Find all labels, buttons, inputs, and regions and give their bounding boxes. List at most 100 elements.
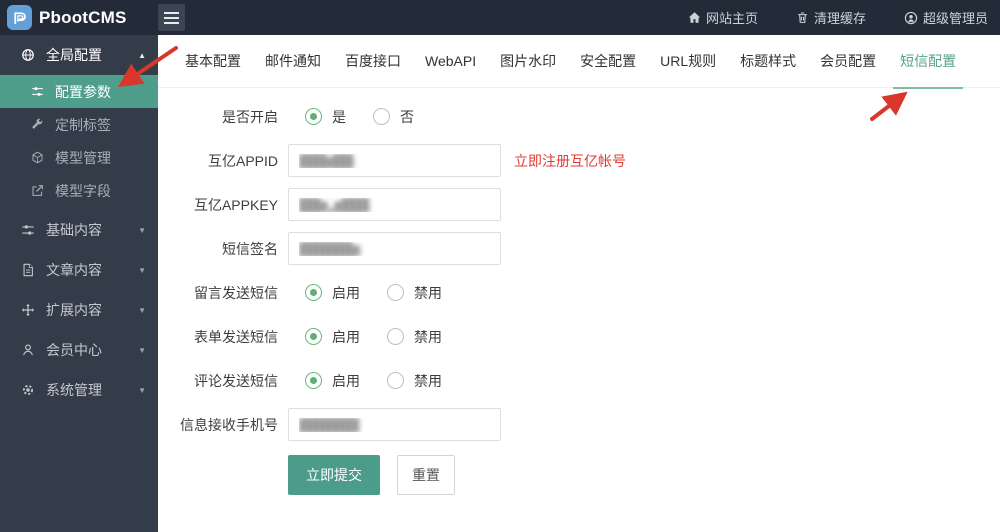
radio-option-yes[interactable]: 是: [305, 107, 346, 127]
site-home-link[interactable]: 网站主页: [688, 8, 758, 27]
sidebar-item-extend-content[interactable]: 扩展内容 ▼: [0, 290, 158, 330]
radio-label: 禁用: [414, 371, 442, 391]
sms-sign-input[interactable]: [288, 232, 501, 265]
sidebar: 全局配置 ▲ 配置参数 定制标签 模型管理 模型字段: [0, 35, 158, 532]
tab-webapi[interactable]: WebAPI: [413, 35, 488, 88]
gear-icon: [20, 383, 35, 397]
brand-name: PbootCMS: [39, 8, 127, 28]
menu-toggle-button[interactable]: [158, 4, 185, 31]
radio-option-disable[interactable]: 禁用: [387, 327, 442, 347]
sms-config-form: 是否开启 是 否 互亿APPID 立即注册互亿帐号 互亿APPKEY 短信: [158, 88, 1000, 495]
actions-row: 立即提交 重置: [158, 455, 1000, 495]
radio-icon: [305, 328, 322, 345]
tab-title-style[interactable]: 标题样式: [728, 35, 808, 88]
tab-basic-config[interactable]: 基本配置: [173, 35, 253, 88]
chevron-down-icon: ▼: [138, 386, 146, 395]
cube-icon: [30, 151, 45, 164]
sidebar-item-article-content[interactable]: 文章内容 ▼: [0, 250, 158, 290]
sidebar-item-member-center[interactable]: 会员中心 ▼: [0, 330, 158, 370]
reset-button[interactable]: 重置: [397, 455, 455, 495]
pbootcms-logo-icon: [7, 5, 32, 30]
admin-account-link[interactable]: 超级管理员: [904, 8, 988, 27]
sidebar-item-system-manage[interactable]: 系统管理 ▼: [0, 370, 158, 410]
sidebar-item-label: 模型管理: [55, 148, 111, 168]
document-icon: [20, 263, 35, 277]
expand-arrows-icon: [20, 303, 35, 317]
comment-sms-row: 评论发送短信 启用 禁用: [158, 364, 1000, 397]
radio-option-enable[interactable]: 启用: [305, 283, 360, 303]
tab-mail-notice[interactable]: 邮件通知: [253, 35, 333, 88]
radio-label: 禁用: [414, 283, 442, 303]
sms-sign-row: 短信签名: [158, 232, 1000, 265]
sliders-icon: [20, 223, 35, 237]
sidebar-item-label: 会员中心: [46, 340, 102, 360]
appkey-row: 互亿APPKEY: [158, 188, 1000, 221]
trash-icon: [796, 11, 809, 24]
sidebar-item-label: 全局配置: [46, 45, 102, 65]
message-sms-row: 留言发送短信 启用 禁用: [158, 276, 1000, 309]
field-label: 表单发送短信: [158, 327, 278, 347]
radio-label: 是: [332, 107, 346, 127]
field-label: 短信签名: [158, 239, 278, 259]
sidebar-item-label: 定制标签: [55, 115, 111, 135]
globe-icon: [20, 48, 35, 62]
tab-sms-config[interactable]: 短信配置: [888, 35, 968, 88]
main-content: 基本配置 邮件通知 百度接口 WebAPI 图片水印 安全配置 URL规则 标题…: [158, 35, 1000, 532]
field-label: 留言发送短信: [158, 283, 278, 303]
radio-icon: [373, 108, 390, 125]
radio-option-disable[interactable]: 禁用: [387, 283, 442, 303]
comment-sms-radio-group: 启用 禁用: [288, 371, 469, 391]
sidebar-item-global-config[interactable]: 全局配置 ▲: [0, 35, 158, 75]
sidebar-item-label: 文章内容: [46, 260, 102, 280]
radio-icon: [387, 328, 404, 345]
topbar: PbootCMS 网站主页 清理缓存 超级管理员: [0, 0, 1000, 35]
sidebar-item-basic-content[interactable]: 基础内容 ▼: [0, 210, 158, 250]
radio-label: 否: [400, 107, 414, 127]
appid-input[interactable]: [288, 144, 501, 177]
enable-switch-row: 是否开启 是 否: [158, 100, 1000, 133]
submit-button[interactable]: 立即提交: [288, 455, 380, 495]
topbar-links: 网站主页 清理缓存 超级管理员: [650, 8, 1000, 27]
radio-option-no[interactable]: 否: [373, 107, 414, 127]
receive-phone-input[interactable]: [288, 408, 501, 441]
brand: PbootCMS: [0, 5, 158, 30]
sidebar-item-label: 系统管理: [46, 380, 102, 400]
global-config-submenu: 配置参数 定制标签 模型管理 模型字段: [0, 75, 158, 210]
radio-icon: [305, 108, 322, 125]
chevron-down-icon: ▼: [138, 266, 146, 275]
radio-icon: [305, 284, 322, 301]
tab-url-rules[interactable]: URL规则: [648, 35, 728, 88]
site-home-label: 网站主页: [706, 8, 758, 27]
radio-option-disable[interactable]: 禁用: [387, 371, 442, 391]
sidebar-item-custom-tags[interactable]: 定制标签: [0, 108, 158, 141]
radio-label: 启用: [332, 371, 360, 391]
sidebar-item-label: 扩展内容: [46, 300, 102, 320]
tab-member-config[interactable]: 会员配置: [808, 35, 888, 88]
radio-icon: [387, 372, 404, 389]
sidebar-item-label: 配置参数: [55, 82, 111, 102]
phone-row: 信息接收手机号: [158, 408, 1000, 441]
radio-label: 禁用: [414, 327, 442, 347]
tab-image-watermark[interactable]: 图片水印: [488, 35, 568, 88]
tab-security-config[interactable]: 安全配置: [568, 35, 648, 88]
radio-option-enable[interactable]: 启用: [305, 371, 360, 391]
field-label: 互亿APPKEY: [158, 195, 278, 215]
chevron-down-icon: ▼: [138, 226, 146, 235]
tab-baidu-api[interactable]: 百度接口: [333, 35, 413, 88]
chevron-down-icon: ▼: [138, 306, 146, 315]
field-label: 互亿APPID: [158, 151, 278, 171]
register-account-link[interactable]: 立即注册互亿帐号: [514, 151, 626, 171]
sidebar-item-model-fields[interactable]: 模型字段: [0, 174, 158, 207]
user-circle-icon: [904, 11, 918, 25]
clear-cache-link[interactable]: 清理缓存: [796, 8, 866, 27]
radio-option-enable[interactable]: 启用: [305, 327, 360, 347]
sidebar-item-label: 模型字段: [55, 181, 111, 201]
sidebar-item-model-manage[interactable]: 模型管理: [0, 141, 158, 174]
chevron-up-icon: ▲: [138, 51, 146, 60]
sliders-icon: [30, 85, 45, 98]
message-sms-radio-group: 启用 禁用: [288, 283, 469, 303]
appkey-input[interactable]: [288, 188, 501, 221]
settings-tabs: 基本配置 邮件通知 百度接口 WebAPI 图片水印 安全配置 URL规则 标题…: [158, 35, 1000, 88]
field-label: 信息接收手机号: [158, 415, 278, 435]
sidebar-item-config-params[interactable]: 配置参数: [0, 75, 158, 108]
